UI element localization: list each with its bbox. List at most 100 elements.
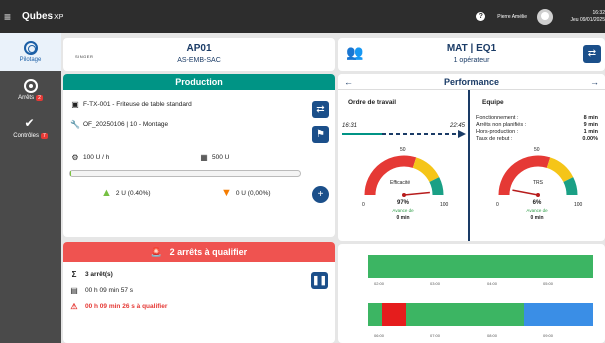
- help-icon[interactable]: ?: [476, 12, 486, 21]
- stack-icon: ▤: [70, 286, 78, 295]
- row-label: Arrêts non planifiés :: [476, 122, 527, 128]
- avance-value: 0 min: [396, 215, 410, 221]
- avatar[interactable]: [537, 8, 553, 25]
- gauge-segment: [546, 157, 574, 183]
- stop-duration: 00 h 09 min 57 s: [85, 287, 134, 294]
- stops-header[interactable]: 🚨 2 arrêts à qualifier: [63, 242, 335, 262]
- switch-operator-button[interactable]: ⇄: [583, 45, 601, 63]
- gauge-segment: [563, 177, 578, 196]
- row-label: Fonctionnement :: [476, 115, 519, 121]
- boxes-icon: ▦: [200, 153, 208, 162]
- stop-count-row: Σ 3 arrêt(s): [69, 270, 113, 279]
- clock-time: 16:32: [592, 9, 605, 16]
- tick-label: 07:00: [430, 333, 441, 338]
- gauge-min: 0: [362, 202, 365, 208]
- top-bar: ≡ Qubes XP ? Pierre Amélie 16:32 Jeu 09/0…: [0, 0, 605, 33]
- thumb-down-icon: ▼: [221, 187, 232, 199]
- to-qualify: 00 h 09 min 26 s à qualifier: [85, 303, 168, 310]
- avance-label: Avance de: [526, 208, 548, 213]
- trs-value: 6%: [532, 200, 542, 206]
- app-logo: Qubes XP: [22, 11, 64, 22]
- bad-text: 0 U (0,00%): [235, 189, 271, 197]
- gauge-needle: [512, 189, 539, 196]
- gauge-mid: 50: [400, 147, 406, 153]
- sidebar-item-controles[interactable]: Contrôles 7: [0, 109, 61, 147]
- gauge-pivot: [536, 193, 540, 197]
- timeline-track-top[interactable]: [368, 255, 593, 278]
- bad-count: ▼ 0 U (0,00%): [221, 187, 271, 199]
- stop-count: 3 arrêt(s): [85, 271, 113, 278]
- good-count: ▲ 2 U (0.40%): [101, 187, 151, 199]
- declare-button[interactable]: +: [312, 186, 329, 203]
- team-row: Fonctionnement : 8 min: [476, 115, 598, 121]
- machine-title: AP01: [186, 43, 212, 54]
- sidebar-item-arrets[interactable]: Arrêts 2: [0, 71, 61, 109]
- clock-date: Jeu 09/01/2025: [570, 16, 605, 23]
- production-card: Production ▣ F-TX-001 - Friteuse de tabl…: [63, 74, 335, 237]
- sidebar-item-label: Contrôles: [13, 133, 39, 139]
- pause-button[interactable]: ❚❚: [311, 272, 328, 289]
- next-arrow-icon[interactable]: →: [590, 74, 599, 89]
- stop-duration-row: ▤ 00 h 09 min 57 s: [69, 286, 133, 295]
- end-time: 22:45: [450, 123, 466, 129]
- sidebar: Pilotage Arrêts 2 Contrôles 7: [0, 33, 61, 343]
- tick-label: 02:00: [374, 281, 385, 286]
- machine-card: SINGER AP01 AS-EMB-SAC: [63, 38, 335, 71]
- work-order-panel: Ordre de travail 16:31 22:45 0 50 100 Ef…: [338, 90, 470, 241]
- timeline-card: 02:00 03:00 04:00 05:00 06:00 07:00 08:0…: [338, 244, 605, 343]
- efficiency-gauge: [364, 155, 444, 197]
- gauge-min: 0: [496, 202, 499, 208]
- rate-text: 100 U / h: [83, 154, 110, 161]
- quantity-text: 500 U: [212, 154, 230, 161]
- sidebar-item-label: Arrêts: [18, 95, 35, 101]
- badge: 7: [40, 133, 48, 139]
- start-time: 16:31: [342, 123, 358, 129]
- prev-arrow-icon[interactable]: ←: [344, 74, 353, 89]
- badge: 2: [36, 95, 43, 101]
- speed-icon: ⚙: [71, 153, 79, 162]
- rate-line: ⚙ 100 U / h: [70, 153, 109, 162]
- stop-icon: [23, 79, 38, 93]
- team-row: Hors-production : 1 min: [476, 129, 598, 135]
- timeline-track-bottom[interactable]: [368, 303, 593, 326]
- gauge-mid: 50: [534, 147, 540, 153]
- stop-segment[interactable]: [382, 303, 406, 326]
- tick-label: 09:00: [543, 333, 554, 338]
- gauge-max: 100: [440, 202, 449, 208]
- of-text: OF_20250106 | 10 - Montage: [83, 121, 169, 128]
- article-text: F-TX-001 - Friteuse de table standard: [83, 101, 192, 108]
- stops-card: 🚨 2 arrêts à qualifier Σ 3 arrêt(s) ▤ 00…: [63, 242, 335, 343]
- tick-label: 03:00: [430, 281, 441, 286]
- clock: 16:32 Jeu 09/01/2025: [565, 10, 605, 24]
- gauge-segment: [498, 155, 551, 196]
- gauge-segment: [429, 177, 444, 196]
- thumb-up-icon: ▲: [101, 187, 112, 199]
- sidebar-item-label: Pilotage: [19, 57, 42, 63]
- row-value: 1 min: [583, 129, 598, 135]
- alert-icon: ⚠: [70, 302, 78, 311]
- gauge-segment: [412, 157, 440, 183]
- progress-fill: [70, 171, 71, 176]
- row-value: 9 min: [583, 122, 598, 128]
- row-value: 8 min: [583, 115, 598, 121]
- change-order-button[interactable]: ⇄: [312, 101, 329, 118]
- planned-segment[interactable]: [524, 303, 593, 326]
- tick-label: 08:00: [487, 333, 498, 338]
- team-row: Arrêts non planifiés : 9 min: [476, 122, 598, 128]
- hamburger-icon[interactable]: ≡: [4, 11, 22, 23]
- quantity-line: ▦ 500 U: [199, 153, 229, 162]
- order-timeline: [342, 130, 466, 138]
- tick-label: 06:00: [374, 333, 385, 338]
- to-qualify-row: ⚠ 00 h 09 min 26 s à qualifier: [69, 302, 167, 311]
- user-name: Pierre Amélie: [497, 13, 527, 20]
- sidebar-item-pilotage[interactable]: Pilotage: [0, 33, 61, 71]
- wrench-icon: 🔧: [70, 120, 80, 129]
- gauge-segment: [364, 155, 417, 196]
- steering-icon: [23, 41, 38, 55]
- stops-header-text: 2 arrêts à qualifier: [169, 247, 248, 257]
- efficiency-label: Efficacité: [390, 180, 411, 186]
- tick-label: 04:00: [487, 281, 498, 286]
- finish-order-button[interactable]: ⚑: [312, 126, 329, 143]
- team-title: MAT | EQ1: [446, 43, 497, 54]
- team-panel-title: Equipe: [482, 99, 504, 106]
